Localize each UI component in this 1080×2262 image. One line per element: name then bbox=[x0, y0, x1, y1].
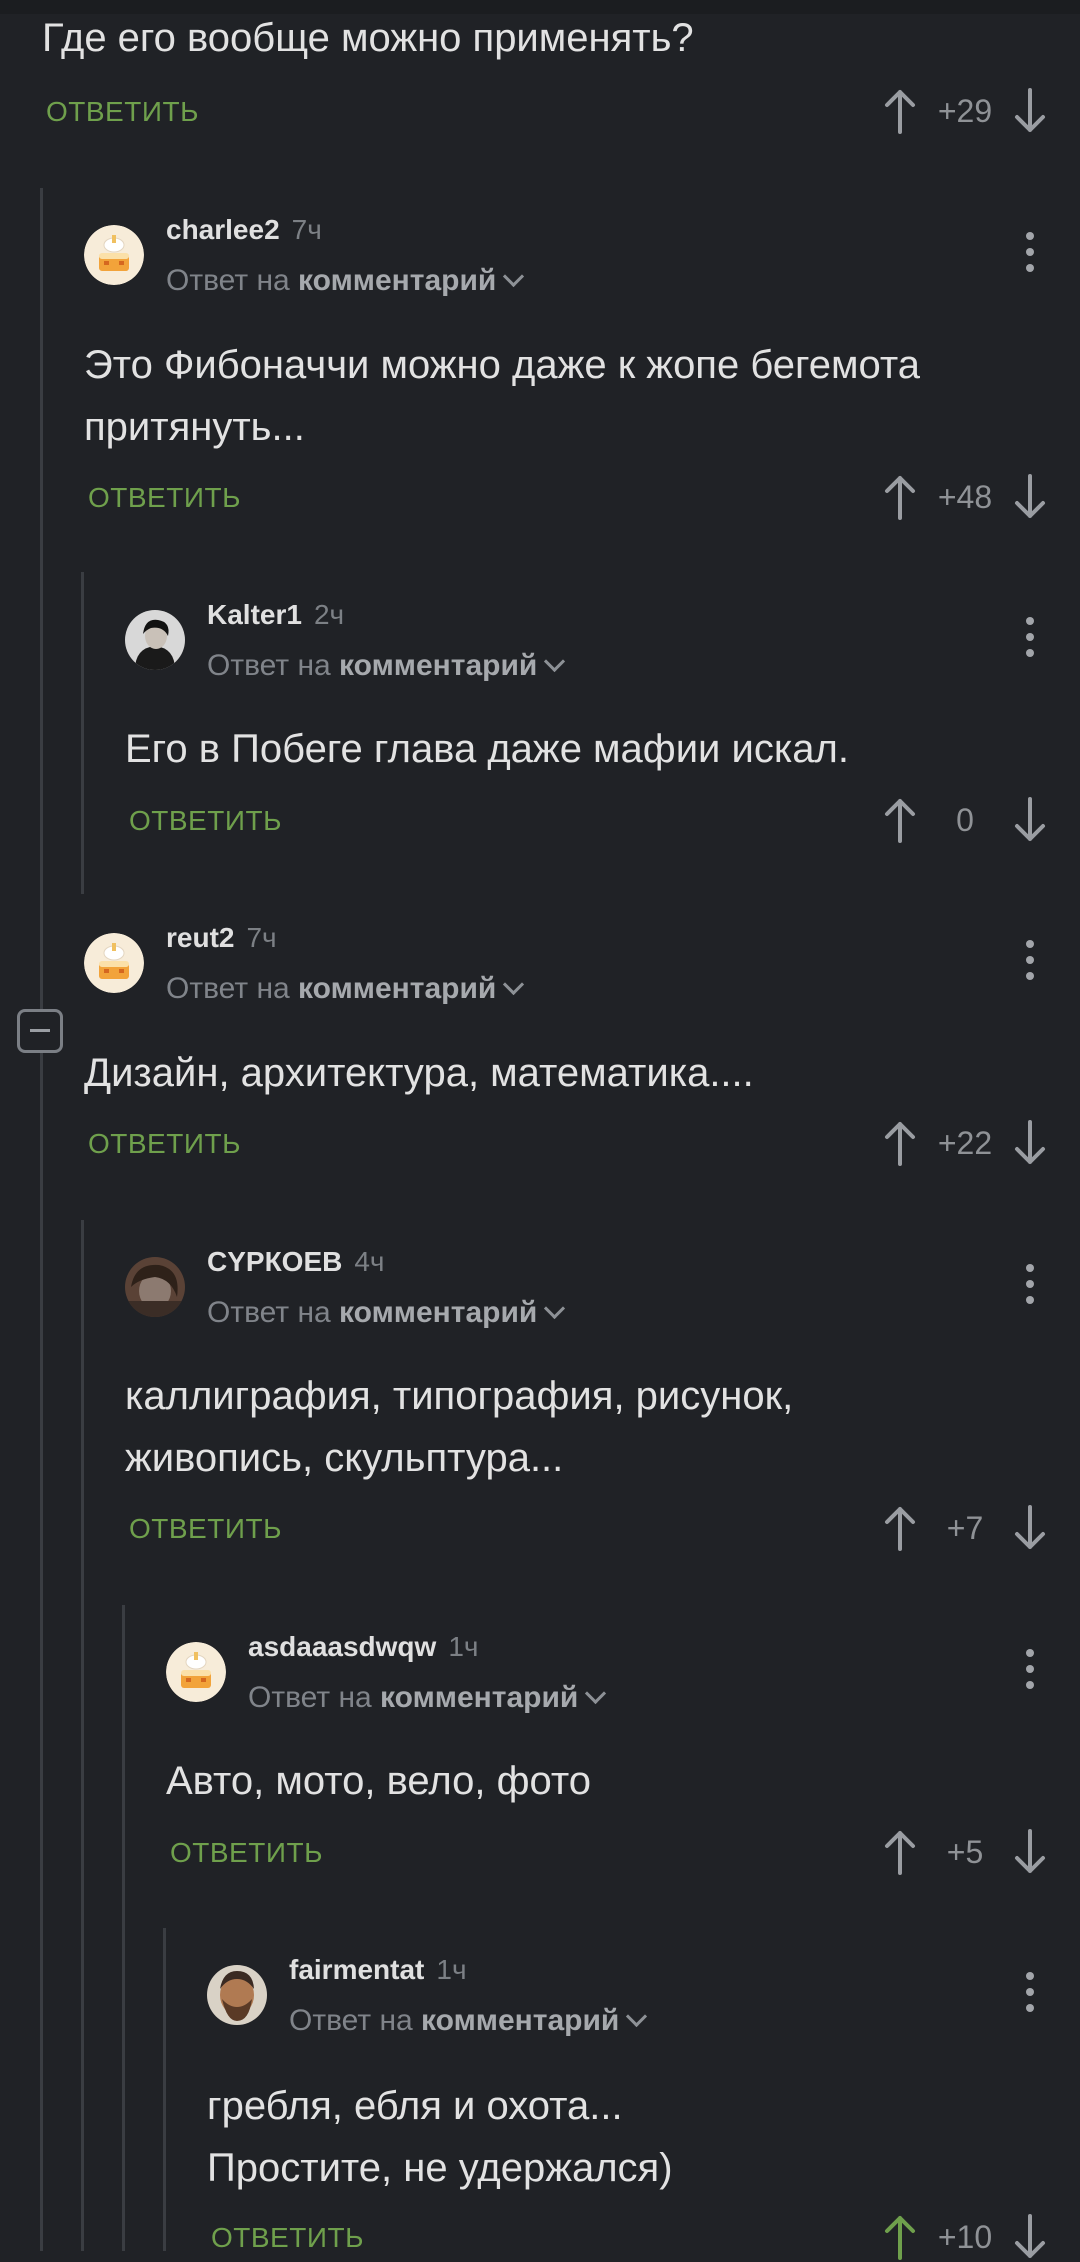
vote-controls: 0 bbox=[882, 795, 1048, 845]
chevron-down-icon bbox=[544, 650, 566, 673]
upvote-arrow-icon[interactable] bbox=[882, 2212, 918, 2262]
upvote-arrow-icon[interactable] bbox=[882, 1118, 918, 1168]
reply-to-link[interactable]: Ответ на комментарий bbox=[207, 1296, 566, 1330]
thread-line[interactable] bbox=[81, 1220, 84, 2251]
downvote-arrow-icon[interactable] bbox=[1012, 86, 1048, 136]
downvote-arrow-icon[interactable] bbox=[1012, 795, 1048, 845]
comment-score: +10 bbox=[937, 2218, 993, 2255]
reply-button[interactable]: ОТВЕТИТЬ bbox=[88, 482, 241, 514]
reply-to-link[interactable]: Ответ на комментарий bbox=[207, 649, 566, 683]
downvote-arrow-icon[interactable] bbox=[1012, 1827, 1048, 1877]
upvote-arrow-icon[interactable] bbox=[882, 86, 918, 136]
more-options-icon[interactable] bbox=[1026, 1972, 1034, 2012]
bearded-man-avatar[interactable] bbox=[207, 1965, 267, 2025]
more-options-icon[interactable] bbox=[1026, 232, 1034, 272]
comment-text: Это Фибоначчи можно даже к жопе бегемота… bbox=[84, 343, 920, 449]
vote-controls: +7 bbox=[882, 1503, 1048, 1553]
thread-line[interactable] bbox=[122, 1605, 125, 2251]
more-options-icon[interactable] bbox=[1026, 617, 1034, 657]
chevron-down-icon bbox=[585, 1682, 607, 1705]
comment-text-line: гребля, ебля и охота... bbox=[207, 2084, 623, 2128]
upvote-arrow-icon[interactable] bbox=[882, 795, 918, 845]
comment-author[interactable]: charlee2 7ч bbox=[166, 214, 322, 246]
comment-score: +29 bbox=[937, 92, 993, 129]
comment-score: +7 bbox=[946, 1509, 984, 1546]
cake-avatar-icon[interactable] bbox=[84, 933, 144, 993]
reply-to-link[interactable]: Ответ на комментарий bbox=[166, 972, 525, 1006]
comment-time: 7ч bbox=[291, 214, 322, 245]
downvote-arrow-icon[interactable] bbox=[1012, 1503, 1048, 1553]
downvote-arrow-icon[interactable] bbox=[1012, 2212, 1048, 2262]
vote-controls: +22 bbox=[882, 1118, 1048, 1168]
reply-to-link[interactable]: Ответ на комментарий bbox=[289, 2004, 648, 2038]
vote-controls: +48 bbox=[882, 472, 1048, 522]
chevron-down-icon bbox=[544, 1297, 566, 1320]
comment-text: каллиграфия, типография, рисунок, живопи… bbox=[125, 1374, 794, 1480]
comment-author[interactable]: СYРКОЕВ 4ч bbox=[207, 1246, 385, 1278]
reply-button[interactable]: ОТВЕТИТЬ bbox=[88, 1128, 241, 1160]
comment-text: Его в Побеге глава даже мафии искал. bbox=[125, 727, 849, 771]
chevron-down-icon bbox=[503, 265, 525, 288]
thread-line[interactable] bbox=[81, 572, 84, 894]
comment-text: Дизайн, архитектура, математика.... bbox=[84, 1051, 754, 1095]
vote-controls: +10 bbox=[882, 2212, 1048, 2262]
reply-button[interactable]: ОТВЕТИТЬ bbox=[129, 805, 282, 837]
vote-controls: +5 bbox=[882, 1827, 1048, 1877]
comment-score: 0 bbox=[956, 801, 974, 838]
upvote-arrow-icon[interactable] bbox=[882, 1503, 918, 1553]
comment-text-line: Простите, не удержался) bbox=[207, 2146, 673, 2190]
chevron-down-icon bbox=[626, 2005, 648, 2028]
comment-author[interactable]: Kalter1 2ч bbox=[207, 599, 344, 631]
reply-button[interactable]: ОТВЕТИТЬ bbox=[211, 2222, 364, 2254]
comment-time: 7ч bbox=[246, 922, 277, 953]
upvote-arrow-icon[interactable] bbox=[882, 472, 918, 522]
comment-author[interactable]: asdaaasdwqw 1ч bbox=[248, 1631, 478, 1663]
comment-time: 2ч bbox=[313, 599, 345, 630]
more-options-icon[interactable] bbox=[1026, 940, 1034, 980]
parent-comment-text: Где его вообще можно применять? bbox=[42, 16, 694, 60]
reply-to-link[interactable]: Ответ на комментарий bbox=[248, 1681, 607, 1715]
thread-line[interactable] bbox=[40, 188, 43, 2251]
reply-button[interactable]: ОТВЕТИТЬ bbox=[46, 96, 199, 128]
comment-author[interactable]: fairmentat 1ч bbox=[289, 1954, 467, 1986]
more-options-icon[interactable] bbox=[1026, 1264, 1034, 1304]
reply-button[interactable]: ОТВЕТИТЬ bbox=[129, 1513, 282, 1545]
thread-line[interactable] bbox=[163, 1928, 166, 2251]
comment-score: +48 bbox=[937, 478, 993, 515]
reply-button[interactable]: ОТВЕТИТЬ bbox=[170, 1837, 323, 1869]
comment-time: 1ч bbox=[448, 1631, 479, 1662]
downvote-arrow-icon[interactable] bbox=[1012, 472, 1048, 522]
downvote-arrow-icon[interactable] bbox=[1012, 1118, 1048, 1168]
comment-time: 4ч bbox=[354, 1246, 385, 1277]
comment-score: +5 bbox=[946, 1833, 984, 1870]
comment-text: Авто, мото, вело, фото bbox=[166, 1759, 591, 1803]
dark-portrait-avatar[interactable] bbox=[125, 610, 185, 670]
comment-score: +22 bbox=[937, 1124, 993, 1161]
comment-time: 1ч bbox=[436, 1954, 467, 1985]
photo-avatar[interactable] bbox=[125, 1257, 185, 1317]
reply-to-link[interactable]: Ответ на комментарий bbox=[166, 264, 525, 298]
cake-avatar-icon[interactable] bbox=[166, 1642, 226, 1702]
more-options-icon[interactable] bbox=[1026, 1649, 1034, 1689]
vote-controls: +29 bbox=[882, 86, 1048, 136]
chevron-down-icon bbox=[503, 973, 525, 996]
comment-author[interactable]: reut2 7ч bbox=[166, 922, 277, 954]
comment-text: гребля, ебля и охота... Простите, не уде… bbox=[207, 2075, 1027, 2199]
cake-avatar-icon[interactable] bbox=[84, 225, 144, 285]
collapse-thread-button[interactable] bbox=[17, 1009, 63, 1053]
top-bar-shadow bbox=[0, 0, 1080, 14]
upvote-arrow-icon[interactable] bbox=[882, 1827, 918, 1877]
